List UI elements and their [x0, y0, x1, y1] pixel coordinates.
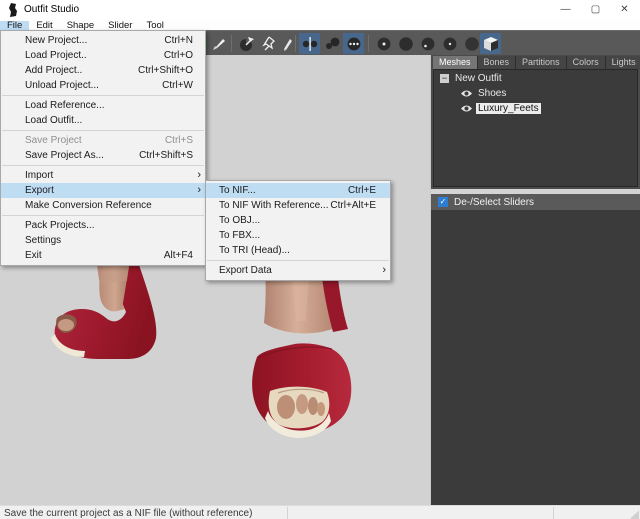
tree-item-luxury-feets[interactable]: Luxury_Feets [434, 102, 637, 115]
collapse-icon[interactable]: − [440, 74, 449, 83]
toolbar-separator [295, 35, 296, 52]
select-sliders-checkbox[interactable]: ✓ [438, 197, 448, 207]
submenu-arrow-icon: › [382, 263, 386, 278]
toolbar-separator [368, 35, 369, 52]
file-menu: New Project... Ctrl+N Load Project.. Ctr… [0, 30, 206, 266]
menu-bar: FileEditShapeSliderTool [0, 20, 640, 30]
close-button[interactable]: ✕ [610, 0, 639, 20]
status-message: Save the current project as a NIF file (… [4, 508, 252, 519]
tree-item-new-outfit[interactable]: − New Outfit [434, 72, 637, 85]
menu-item-save-project-as[interactable]: Save Project As... Ctrl+Shift+S [1, 148, 205, 163]
outfit-studio-window: Outfit Studio — ▢ ✕ FileEditShapeSliderT… [0, 0, 640, 519]
menu-separator [207, 260, 389, 261]
menu-item-add-project[interactable]: Add Project.. Ctrl+Shift+O [1, 63, 205, 78]
menu-item-load-outfit[interactable]: Load Outfit... [1, 113, 205, 128]
double-circle-icon[interactable] [321, 33, 342, 54]
status-bar: Save the current project as a NIF file (… [0, 505, 640, 519]
brush-dot-icon[interactable] [373, 33, 394, 54]
panel-tabs: Meshes Bones Partitions Colors Lights [433, 56, 640, 69]
brush-center-dot-icon[interactable] [439, 33, 460, 54]
resize-grip[interactable] [630, 510, 639, 519]
menu-item-to-obj[interactable]: To OBJ... [206, 213, 390, 228]
tab-colors[interactable]: Colors [567, 56, 606, 69]
side-panel: Meshes Bones Partitions Colors Lights − … [430, 55, 640, 505]
menu-item-save-project: Save Project Ctrl+S [1, 133, 205, 148]
menu-item-load-reference[interactable]: Load Reference... [1, 98, 205, 113]
menu-item-import[interactable]: Import › [1, 168, 205, 183]
statusbar-separator [287, 507, 288, 519]
brush-dark-icon[interactable] [461, 33, 482, 54]
menu-item-to-fbx[interactable]: To FBX... [206, 228, 390, 243]
tab-bones[interactable]: Bones [478, 56, 517, 69]
submenu-arrow-icon: › [197, 183, 201, 198]
sliders-header: ✓ De-/Select Sliders [431, 194, 640, 210]
statusbar-separator [553, 507, 554, 519]
mesh-tree: − New Outfit Shoes Luxury_Feets [433, 69, 638, 187]
connected-dots-icon[interactable] [343, 33, 364, 54]
menu-separator [2, 130, 204, 131]
tab-meshes[interactable]: Meshes [433, 56, 478, 69]
menu-item-to-nif-with-reference[interactable]: To NIF With Reference... Ctrl+Alt+E [206, 198, 390, 213]
menu-item-export-data[interactable]: Export Data › [206, 263, 390, 278]
eye-icon[interactable] [460, 104, 473, 113]
menu-separator [2, 95, 204, 96]
tab-partitions[interactable]: Partitions [516, 56, 567, 69]
eye-icon[interactable] [460, 89, 473, 98]
brush-offset-dot-icon[interactable] [417, 33, 438, 54]
export-submenu: To NIF... Ctrl+E To NIF With Reference..… [205, 180, 391, 281]
toolbar-separator [231, 35, 232, 52]
submenu-arrow-icon: › [197, 168, 201, 183]
mask-brush-mirror-icon[interactable] [299, 33, 320, 54]
menu-item-to-tri-head[interactable]: To TRI (Head)... [206, 243, 390, 258]
menu-item-exit[interactable]: Exit Alt+F4 [1, 248, 205, 263]
menu-item-make-conversion-reference[interactable]: Make Conversion Reference [1, 198, 205, 213]
menu-item-to-nif[interactable]: To NIF... Ctrl+E [206, 183, 390, 198]
menu-item-unload-project[interactable]: Unload Project... Ctrl+W [1, 78, 205, 93]
perspective-cube-icon[interactable] [480, 33, 501, 54]
menu-separator [2, 215, 204, 216]
tree-item-shoes[interactable]: Shoes [434, 87, 637, 100]
tree-label-luxury-feets: Luxury_Feets [476, 103, 541, 114]
menu-item-pack-projects[interactable]: Pack Projects... [1, 218, 205, 233]
window-title: Outfit Studio [24, 4, 79, 15]
sliders-header-label: De-/Select Sliders [454, 197, 534, 208]
minimize-button[interactable]: — [551, 0, 580, 20]
app-logo-icon [7, 3, 20, 17]
tab-lights[interactable]: Lights [606, 56, 640, 69]
menu-item-new-project[interactable]: New Project... Ctrl+N [1, 33, 205, 48]
pencil-icon[interactable] [276, 33, 297, 54]
sliders-panel [431, 210, 640, 505]
menu-item-settings[interactable]: Settings [1, 233, 205, 248]
tree-label-shoes: Shoes [476, 88, 508, 99]
menu-item-export[interactable]: Export › [1, 183, 205, 198]
maximize-button[interactable]: ▢ [581, 0, 610, 20]
rotate-center-icon[interactable] [236, 33, 257, 54]
menu-item-load-project[interactable]: Load Project.. Ctrl+O [1, 48, 205, 63]
brush-icon[interactable] [208, 33, 229, 54]
brush-plain-icon[interactable] [395, 33, 416, 54]
menu-separator [2, 165, 204, 166]
title-bar: Outfit Studio — ▢ ✕ [0, 0, 640, 20]
tree-label-new-outfit: New Outfit [453, 73, 504, 84]
